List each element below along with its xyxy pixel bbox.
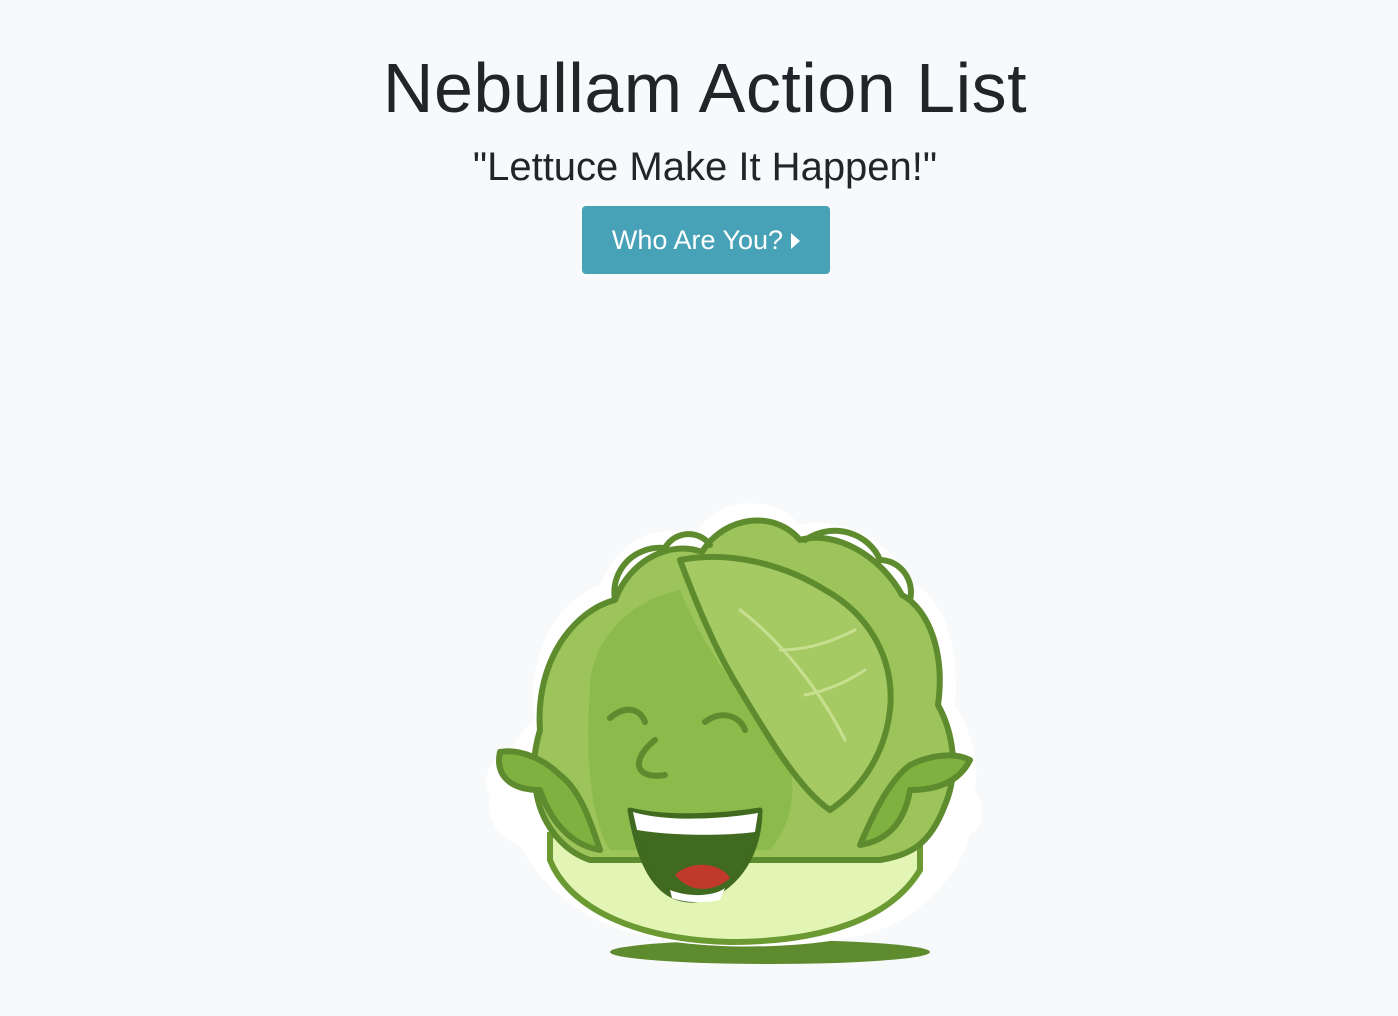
page-tagline: "Lettuce Make It Happen!" [472, 145, 938, 189]
lettuce-mascot-illustration [486, 503, 982, 964]
page-title: Nebullam Action List [382, 49, 1028, 127]
landing-page: Nebullam Action List "Lettuce Make It Ha… [0, 0, 1398, 1016]
caret-right-icon [791, 233, 801, 249]
who-are-you-button[interactable]: Who Are You? [582, 206, 830, 274]
who-are-you-label: Who Are You? [611, 224, 784, 255]
